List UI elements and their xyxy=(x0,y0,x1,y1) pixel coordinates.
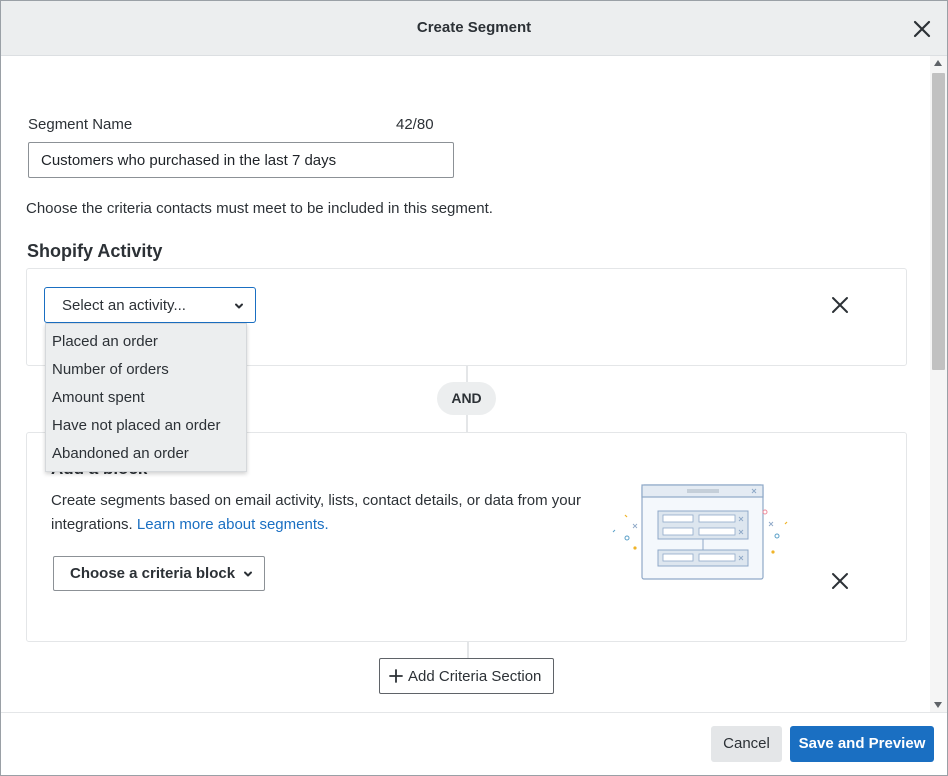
remove-block-icon[interactable] xyxy=(830,571,850,591)
activity-option[interactable]: Amount spent xyxy=(52,389,145,406)
cancel-button[interactable]: Cancel xyxy=(711,726,782,762)
activity-option[interactable]: Have not placed an order xyxy=(52,417,220,434)
close-icon[interactable] xyxy=(911,18,933,40)
activity-dropdown-menu: Placed an order Number of orders Amount … xyxy=(45,323,247,472)
add-block-description: Create segments based on email activity,… xyxy=(51,489,591,537)
choose-criteria-block-label: Choose a criteria block xyxy=(70,565,236,582)
plus-icon xyxy=(389,669,403,683)
scrollbar-thumb[interactable] xyxy=(932,73,945,370)
chevron-down-icon xyxy=(244,571,252,577)
create-segment-dialog: Create Segment Segment Name 42/80 Choose… xyxy=(0,0,948,776)
segment-illustration-icon xyxy=(612,484,788,580)
segment-name-label: Segment Name xyxy=(28,116,133,133)
criteria-description: Choose the criteria contacts must meet t… xyxy=(26,200,493,217)
activity-select-label: Select an activity... xyxy=(62,297,186,314)
activity-option[interactable]: Abandoned an order xyxy=(52,445,189,462)
segment-name-input[interactable] xyxy=(28,142,454,178)
scrollbar[interactable] xyxy=(930,56,947,712)
dialog-title: Create Segment xyxy=(416,19,532,36)
activity-select[interactable]: Select an activity... xyxy=(44,287,256,323)
chevron-down-icon xyxy=(235,303,243,309)
remove-criteria-icon[interactable] xyxy=(830,295,850,315)
section-title: Shopify Activity xyxy=(27,241,163,261)
activity-option[interactable]: Placed an order xyxy=(52,333,158,350)
character-count: 42/80 xyxy=(396,116,434,133)
save-and-preview-button[interactable]: Save and Preview xyxy=(790,726,934,762)
dialog-header: Create Segment xyxy=(1,1,947,56)
scroll-down-arrow-icon[interactable] xyxy=(934,702,942,708)
choose-criteria-block-button[interactable]: Choose a criteria block xyxy=(53,556,265,591)
scroll-up-arrow-icon[interactable] xyxy=(934,60,942,66)
add-criteria-section-label: Add Criteria Section xyxy=(408,668,542,685)
and-operator-badge[interactable]: AND xyxy=(437,382,496,415)
connector-line xyxy=(467,642,469,659)
learn-more-link[interactable]: Learn more about segments. xyxy=(137,516,329,533)
activity-option[interactable]: Number of orders xyxy=(52,361,169,378)
add-criteria-section-button[interactable]: Add Criteria Section xyxy=(379,658,554,694)
